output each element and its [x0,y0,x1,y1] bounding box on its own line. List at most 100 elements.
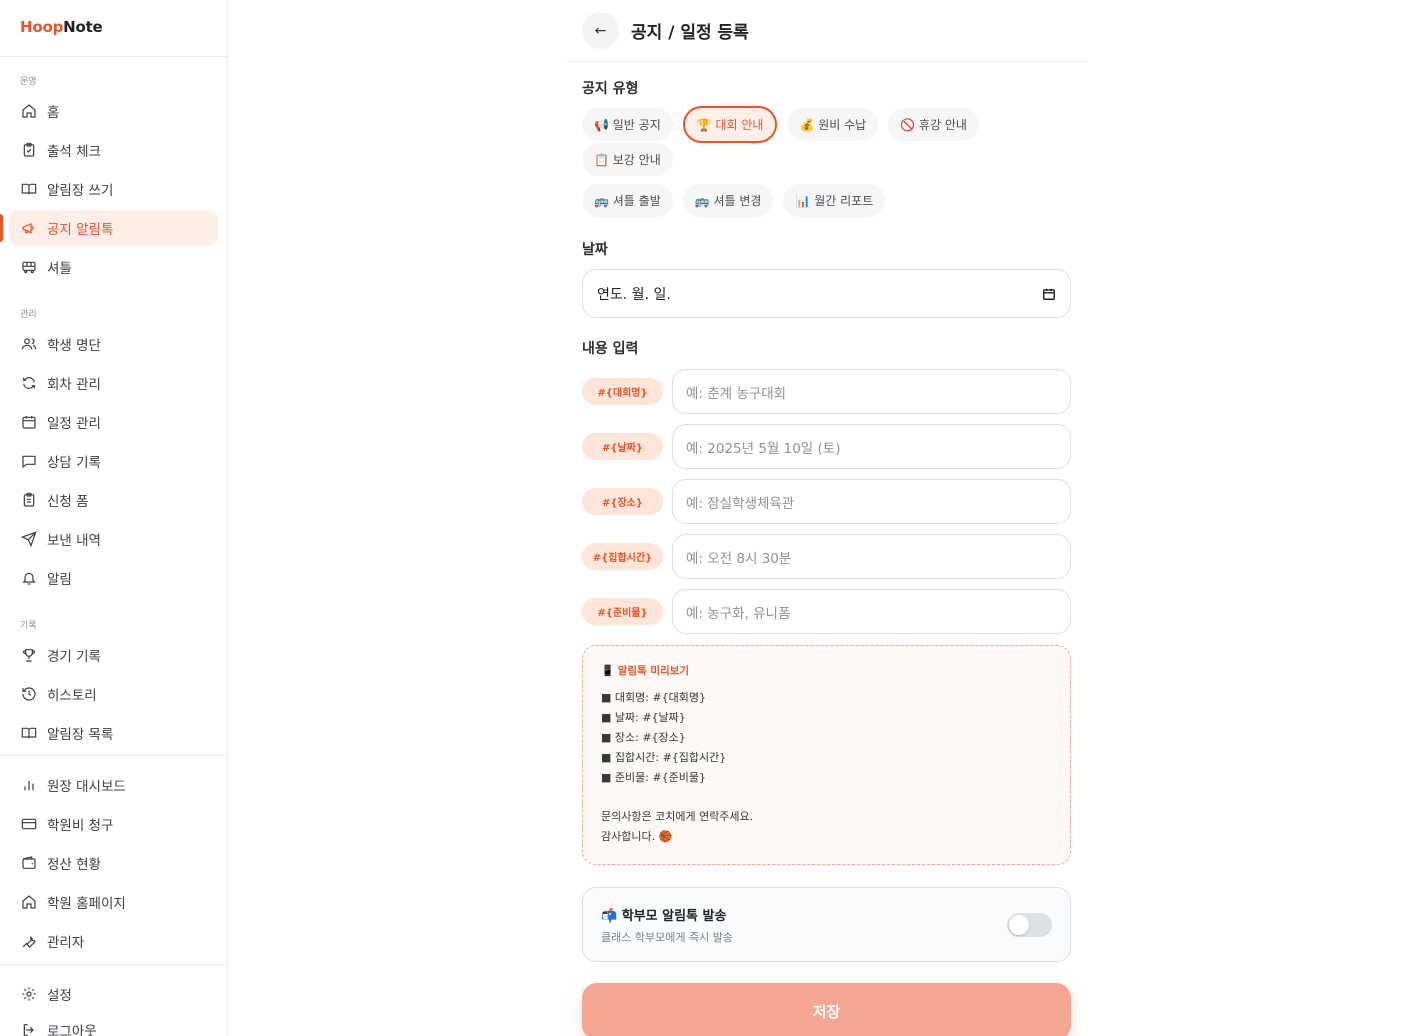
sidebar-item-alerts[interactable]: 알림 [9,560,218,596]
sidebar-item-label: 관리자 [47,935,85,951]
sidebar-item-notice-talk[interactable]: 공지 알림톡 [0,210,218,246]
chip-competition[interactable]: 🏆 대회 안내 [682,106,778,143]
preview-spacer [601,788,1052,807]
active-indicator [0,214,3,242]
sidebar-item-label: 신청 폼 [47,494,89,510]
section-label-ops: 운영 [20,77,37,87]
sidebar-item-attendance[interactable]: 출석 체크 [9,132,218,168]
chip-class-off[interactable]: 🚫 휴강 안내 [888,108,979,141]
home-icon [22,104,36,118]
preview-line: ■ 준비물: #{준비물} [601,771,707,784]
calendar-icon[interactable] [1042,287,1056,301]
trophy-icon [22,649,36,662]
history-icon [22,687,36,701]
bus-icon [22,261,36,274]
book-open-icon [21,183,37,195]
sidebar-item-settings[interactable]: 설정 [9,976,218,1012]
message-square-icon [22,455,36,469]
date-label: 날짜 [582,242,608,258]
section-label-manage: 관리 [20,310,37,320]
sidebar-item-label: 상담 기록 [47,455,101,471]
chip-monthly-report[interactable]: 📊 월간 리포트 [783,184,886,217]
field-row: #{날짜} 예: 2025년 5월 10일 (토) [582,424,1072,469]
chip-general-notice[interactable]: 📢 일반 공지 [582,108,673,141]
sidebar-item-dashboard[interactable]: 원장 대시보드 [9,767,218,803]
sidebar-item-label: 출석 체크 [47,144,101,160]
content-fields: #{대회명} 예: 춘계 농구대회 #{날짜} 예: 2025년 5월 10일 … [582,369,1072,634]
location-input[interactable]: 예: 잠실학생체육관 [672,479,1071,524]
sidebar-item-label: 설정 [47,988,72,1004]
sidebar-item-label: 히스토리 [47,688,97,704]
users-icon [21,338,37,350]
bell-icon [22,572,36,585]
notice-type-chips: 📢 일반 공지 🏆 대회 안내 💰 원비 수납 🚫 휴강 안내 📋 보강 안내 [582,106,1072,176]
sidebar-item-label: 일정 관리 [47,416,101,432]
event-date-input[interactable]: 예: 2025년 5월 10일 (토) [672,424,1071,469]
sidebar-item-billing[interactable]: 학원비 청구 [9,806,218,842]
back-button[interactable]: ← [582,12,619,49]
date-value: 연도. 월. 일. [597,286,671,303]
sidebar-item-label: 알림장 목록 [47,727,114,743]
clipboard-list-icon [23,492,35,507]
sidebar-item-label: 정산 현황 [47,857,101,873]
variable-tag: #{장소} [582,488,663,515]
preview-line: ■ 집합시간: #{집합시간} [601,751,727,764]
sidebar-item-label: 셔틀 [47,261,72,277]
notice-type-chips-row2: 🚌 셔틀 출발 🚌 셔틀 변경 📊 월간 리포트 [582,184,1072,217]
preview-line: 문의사항은 코치에게 연락주세요. [601,810,754,823]
chip-shuttle-depart[interactable]: 🚌 셔틀 출발 [582,184,673,217]
app-logo[interactable]: HoopNote [0,0,227,57]
sidebar-item-label: 학원 홈페이지 [47,896,126,912]
content-label: 내용 입력 [582,341,639,357]
competition-name-input[interactable]: 예: 춘계 농구대회 [672,369,1071,414]
parent-notify-subtitle: 클래스 학부모에게 즉시 발송 [601,930,733,944]
chip-shuttle-change[interactable]: 🚌 셔틀 변경 [682,184,774,217]
sidebar-item-admin[interactable]: 관리자 [9,923,218,959]
sidebar-item-students[interactable]: 학생 명단 [9,326,218,362]
logo-part2: Note [63,18,103,36]
parent-notify-toggle[interactable] [1007,912,1052,937]
sidebar-item-sent[interactable]: 보낸 내역 [9,521,218,557]
sidebar-item-schedule[interactable]: 일정 관리 [9,404,218,440]
date-input[interactable]: 연도. 월. 일. [582,269,1071,318]
sidebar-item-write-note[interactable]: 알림장 쓰기 [9,171,218,207]
chip-makeup-class[interactable]: 📋 보강 안내 [582,143,673,176]
sidebar-item-history[interactable]: 히스토리 [9,676,218,712]
preview-line: ■ 날짜: #{날짜} [601,711,686,724]
supplies-input[interactable]: 예: 농구화, 유니폼 [672,589,1071,634]
sidebar: HoopNote 운영 홈 출석 체크 알림장 쓰기 공지 알림톡 셔틀 관리 … [0,0,228,1036]
sidebar-item-counseling[interactable]: 상담 기록 [9,443,218,479]
sidebar-item-sessions[interactable]: 회차 관리 [9,365,218,401]
sidebar-item-label: 공지 알림톡 [47,222,114,238]
preview-title: 📱 알림톡 미리보기 [601,665,690,677]
sidebar-item-forms[interactable]: 신청 폼 [9,482,218,518]
chip-tuition[interactable]: 💰 원비 수납 [787,108,879,141]
sidebar-item-logout[interactable]: 로그아웃 [9,1012,218,1036]
sidebar-divider [0,755,227,756]
sidebar-item-note-list[interactable]: 알림장 목록 [9,715,218,751]
variable-tag: #{날짜} [582,433,663,460]
credit-card-icon [21,818,37,830]
notice-type-label: 공지 유형 [582,81,639,97]
message-preview: 📱 알림톡 미리보기 ■ 대회명: #{대회명} ■ 날짜: #{날짜} ■ 장… [582,645,1071,865]
sidebar-item-homepage[interactable]: 학원 홈페이지 [9,884,218,920]
toggle-knob [1009,914,1029,935]
sidebar-item-games[interactable]: 경기 기록 [9,637,218,673]
field-row: #{대회명} 예: 춘계 농구대회 [582,369,1072,414]
home-icon [22,895,36,909]
meeting-time-input[interactable]: 예: 오전 8시 30분 [672,534,1071,579]
sidebar-item-shuttle[interactable]: 셔틀 [9,249,218,285]
sidebar-item-label: 학원비 청구 [47,818,114,834]
sidebar-item-label: 홈 [47,105,60,121]
wallet-icon [22,856,36,869]
clipboard-check-icon [23,142,35,157]
sidebar-item-settlement[interactable]: 정산 현황 [9,845,218,881]
calendar-icon [22,416,36,429]
megaphone-icon [22,223,34,234]
sidebar-item-home[interactable]: 홈 [9,93,218,129]
bar-chart-icon [24,781,34,791]
save-button[interactable]: 저장 [582,983,1071,1036]
refresh-icon [23,377,35,389]
sidebar-item-label: 원장 대시보드 [47,779,126,795]
field-row: #{장소} 예: 잠실학생체육관 [582,479,1072,524]
